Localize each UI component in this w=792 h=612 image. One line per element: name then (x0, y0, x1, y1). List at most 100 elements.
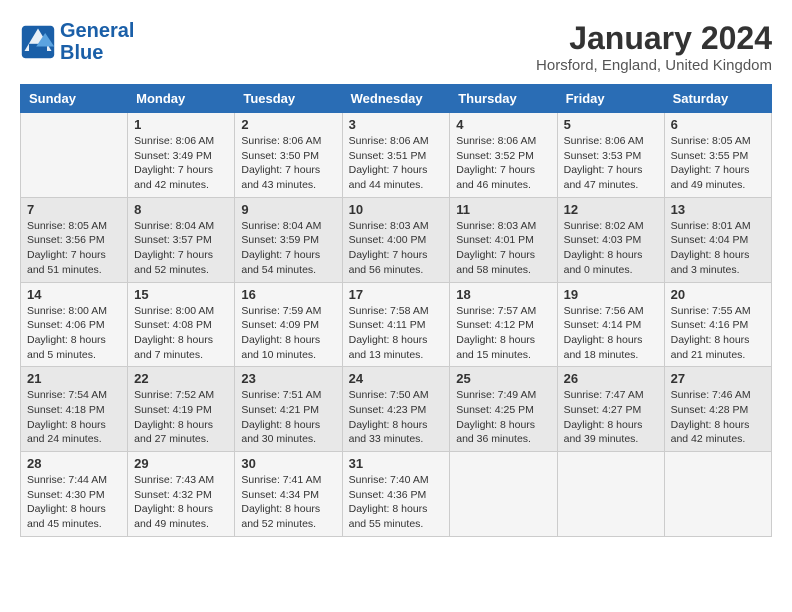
day-number: 6 (671, 117, 765, 132)
day-number: 31 (349, 456, 444, 471)
day-info: Sunrise: 8:03 AMSunset: 4:01 PMDaylight:… (456, 219, 550, 278)
day-info: Sunrise: 8:00 AMSunset: 4:08 PMDaylight:… (134, 304, 228, 363)
day-info: Sunrise: 7:51 AMSunset: 4:21 PMDaylight:… (241, 388, 335, 447)
day-info: Sunrise: 8:05 AMSunset: 3:55 PMDaylight:… (671, 134, 765, 193)
day-number: 1 (134, 117, 228, 132)
calendar-cell: 27Sunrise: 7:46 AMSunset: 4:28 PMDayligh… (664, 367, 771, 452)
day-info: Sunrise: 7:56 AMSunset: 4:14 PMDaylight:… (564, 304, 658, 363)
calendar-cell: 15 Sunrise: 8:00 AMSunset: 4:08 PMDayligh… (128, 282, 235, 367)
day-number: 8 (134, 202, 228, 217)
day-number: 4 (456, 117, 550, 132)
calendar-week-row: 1 Sunrise: 8:06 AMSunset: 3:49 PMDaylight… (21, 113, 772, 198)
day-number: 13 (671, 202, 765, 217)
calendar-title: January 2024 (536, 20, 772, 57)
calendar-cell: 3Sunrise: 8:06 AMSunset: 3:51 PMDaylight… (342, 113, 450, 198)
day-header-sunday: Sunday (21, 85, 128, 113)
day-header-thursday: Thursday (450, 85, 557, 113)
calendar-cell: 21Sunrise: 7:54 AMSunset: 4:18 PMDayligh… (21, 367, 128, 452)
calendar-cell (664, 452, 771, 537)
calendar-week-row: 7 Sunrise: 8:05 AMSunset: 3:56 PMDaylight… (21, 197, 772, 282)
day-number: 18 (456, 287, 550, 302)
day-number: 3 (349, 117, 444, 132)
day-header-wednesday: Wednesday (342, 85, 450, 113)
day-number: 22 (134, 371, 228, 386)
day-info: Sunrise: 7:52 AMSunset: 4:19 PMDaylight:… (134, 388, 228, 447)
logo-icon (20, 24, 56, 60)
calendar-cell: 20 Sunrise: 7:55 AMSunset: 4:16 PMDayligh… (664, 282, 771, 367)
calendar-cell: 11 Sunrise: 8:03 AMSunset: 4:01 PMDayligh… (450, 197, 557, 282)
calendar-cell: 6 Sunrise: 8:05 AMSunset: 3:55 PMDaylight… (664, 113, 771, 198)
calendar-cell: 4 Sunrise: 8:06 AMSunset: 3:52 PMDaylight… (450, 113, 557, 198)
day-number: 28 (27, 456, 121, 471)
calendar-cell: 25 Sunrise: 7:49 AMSunset: 4:25 PMDayligh… (450, 367, 557, 452)
day-info: Sunrise: 8:05 AMSunset: 3:56 PMDaylight:… (27, 219, 121, 278)
day-number: 19 (564, 287, 658, 302)
day-number: 2 (241, 117, 335, 132)
day-number: 7 (27, 202, 121, 217)
day-number: 30 (241, 456, 335, 471)
calendar-header-row: SundayMondayTuesdayWednesdayThursdayFrid… (21, 85, 772, 113)
calendar-cell: 2 Sunrise: 8:06 AMSunset: 3:50 PMDaylight… (235, 113, 342, 198)
day-info: Sunrise: 7:55 AMSunset: 4:16 PMDaylight:… (671, 304, 765, 363)
day-info: Sunrise: 8:02 AMSunset: 4:03 PMDaylight:… (564, 219, 658, 278)
calendar-cell: 31 Sunrise: 7:40 AMSunset: 4:36 PMDayligh… (342, 452, 450, 537)
calendar-cell: 10 Sunrise: 8:03 AMSunset: 4:00 PMDayligh… (342, 197, 450, 282)
day-info: Sunrise: 7:59 AMSunset: 4:09 PMDaylight:… (241, 304, 335, 363)
day-number: 27 (671, 371, 765, 386)
day-number: 14 (27, 287, 121, 302)
calendar-cell: 29Sunrise: 7:43 AMSunset: 4:32 PMDayligh… (128, 452, 235, 537)
calendar-week-row: 14 Sunrise: 8:00 AMSunset: 4:06 PMDayligh… (21, 282, 772, 367)
calendar-cell: 26Sunrise: 7:47 AMSunset: 4:27 PMDayligh… (557, 367, 664, 452)
day-info: Sunrise: 7:44 AMSunset: 4:30 PMDaylight:… (27, 473, 121, 532)
day-number: 10 (349, 202, 444, 217)
day-info: Sunrise: 8:00 AMSunset: 4:06 PMDaylight:… (27, 304, 121, 363)
title-block: January 2024 Horsford, England, United K… (536, 20, 772, 74)
calendar-cell: 8 Sunrise: 8:04 AMSunset: 3:57 PMDaylight… (128, 197, 235, 282)
day-header-monday: Monday (128, 85, 235, 113)
day-info: Sunrise: 7:58 AMSunset: 4:11 PMDaylight:… (349, 304, 444, 363)
calendar-cell: 19 Sunrise: 7:56 AMSunset: 4:14 PMDayligh… (557, 282, 664, 367)
calendar-cell: 24Sunrise: 7:50 AMSunset: 4:23 PMDayligh… (342, 367, 450, 452)
day-info: Sunrise: 8:04 AMSunset: 3:59 PMDaylight:… (241, 219, 335, 278)
calendar-cell: 22 Sunrise: 7:52 AMSunset: 4:19 PMDayligh… (128, 367, 235, 452)
calendar-cell: 17Sunrise: 7:58 AMSunset: 4:11 PMDayligh… (342, 282, 450, 367)
calendar-subtitle: Horsford, England, United Kingdom (536, 57, 772, 74)
day-info: Sunrise: 8:06 AMSunset: 3:49 PMDaylight:… (134, 134, 228, 193)
day-info: Sunrise: 7:40 AMSunset: 4:36 PMDaylight:… (349, 473, 444, 532)
day-number: 24 (349, 371, 444, 386)
calendar-cell: 30Sunrise: 7:41 AMSunset: 4:34 PMDayligh… (235, 452, 342, 537)
calendar-cell (21, 113, 128, 198)
day-number: 12 (564, 202, 658, 217)
day-info: Sunrise: 7:49 AMSunset: 4:25 PMDaylight:… (456, 388, 550, 447)
calendar-cell: 12 Sunrise: 8:02 AMSunset: 4:03 PMDayligh… (557, 197, 664, 282)
day-info: Sunrise: 8:01 AMSunset: 4:04 PMDaylight:… (671, 219, 765, 278)
day-number: 26 (564, 371, 658, 386)
day-number: 21 (27, 371, 121, 386)
day-header-saturday: Saturday (664, 85, 771, 113)
day-number: 16 (241, 287, 335, 302)
calendar-cell: 18 Sunrise: 7:57 AMSunset: 4:12 PMDayligh… (450, 282, 557, 367)
day-info: Sunrise: 8:06 AMSunset: 3:52 PMDaylight:… (456, 134, 550, 193)
calendar-cell (450, 452, 557, 537)
calendar-week-row: 28 Sunrise: 7:44 AMSunset: 4:30 PMDayligh… (21, 452, 772, 537)
day-number: 11 (456, 202, 550, 217)
calendar-cell: 28 Sunrise: 7:44 AMSunset: 4:30 PMDayligh… (21, 452, 128, 537)
day-info: Sunrise: 8:04 AMSunset: 3:57 PMDaylight:… (134, 219, 228, 278)
calendar-cell: 23Sunrise: 7:51 AMSunset: 4:21 PMDayligh… (235, 367, 342, 452)
day-number: 9 (241, 202, 335, 217)
day-info: Sunrise: 7:57 AMSunset: 4:12 PMDaylight:… (456, 304, 550, 363)
day-number: 5 (564, 117, 658, 132)
day-header-tuesday: Tuesday (235, 85, 342, 113)
day-info: Sunrise: 7:43 AMSunset: 4:32 PMDaylight:… (134, 473, 228, 532)
day-number: 25 (456, 371, 550, 386)
calendar-cell: 1 Sunrise: 8:06 AMSunset: 3:49 PMDaylight… (128, 113, 235, 198)
day-info: Sunrise: 8:06 AMSunset: 3:50 PMDaylight:… (241, 134, 335, 193)
calendar-cell: 9 Sunrise: 8:04 AMSunset: 3:59 PMDaylight… (235, 197, 342, 282)
day-info: Sunrise: 8:06 AMSunset: 3:53 PMDaylight:… (564, 134, 658, 193)
day-number: 20 (671, 287, 765, 302)
day-header-friday: Friday (557, 85, 664, 113)
day-info: Sunrise: 8:03 AMSunset: 4:00 PMDaylight:… (349, 219, 444, 278)
logo-text: General Blue (60, 20, 134, 64)
logo: General Blue (20, 20, 134, 64)
day-number: 15 (134, 287, 228, 302)
